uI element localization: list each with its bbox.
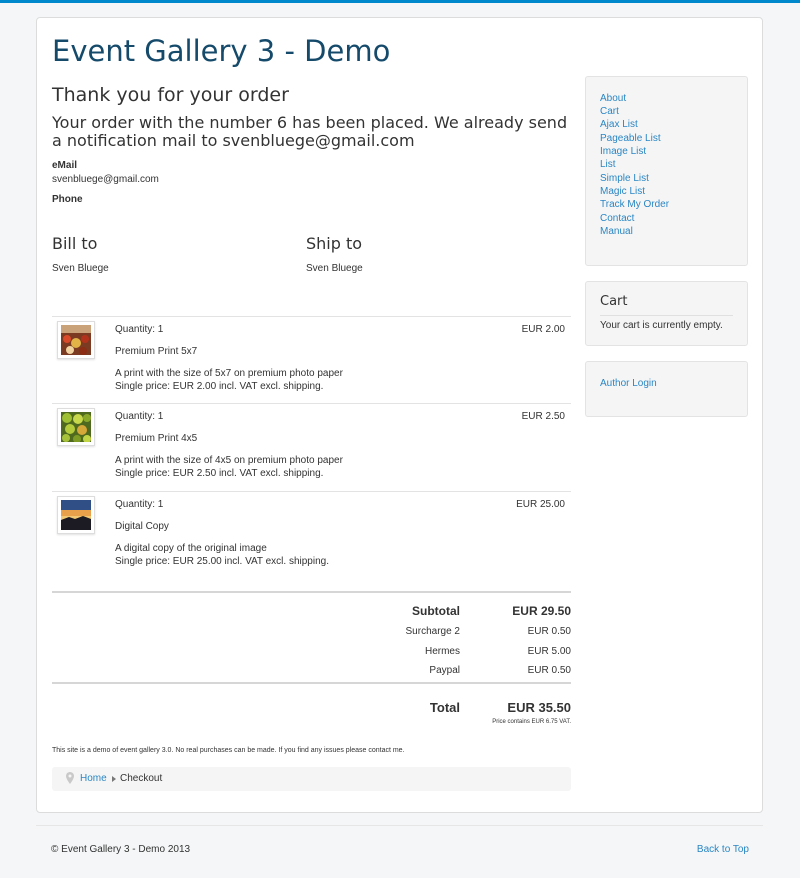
order-item: Quantity: 1 Digital Copy A digital copy …: [52, 491, 571, 579]
item-single-price: Single price: EUR 25.00 incl. VAT excl. …: [115, 556, 329, 567]
sidebar-login-box: Author Login: [585, 361, 748, 417]
email-label: eMail: [52, 160, 78, 171]
breadcrumb-separator-icon: [112, 776, 116, 782]
item-single-price: Single price: EUR 2.50 incl. VAT excl. s…: [115, 468, 324, 479]
thumbnail-image: [61, 500, 91, 530]
back-to-top-link[interactable]: Back to Top: [697, 844, 749, 855]
sidebar-item-cart[interactable]: Cart: [600, 106, 619, 117]
item-quantity: Quantity: 1: [115, 324, 164, 335]
item-description-text: A print with the size of 5x7 on premium …: [115, 368, 343, 379]
footer-divider: [36, 825, 763, 826]
item-quantity: Quantity: 1: [115, 499, 164, 510]
map-pin-icon: [66, 772, 74, 784]
item-description: A digital copy of the original image Sin…: [115, 542, 329, 568]
item-price: EUR 2.00: [521, 324, 565, 335]
order-item: Quantity: 1 Premium Print 5x7 A print wi…: [52, 316, 571, 404]
thank-you-heading: Thank you for your order: [52, 84, 289, 106]
item-price: EUR 25.00: [516, 499, 565, 510]
total-value: EUR 35.50: [507, 700, 571, 715]
sidebar-item-image-list[interactable]: Image List: [600, 146, 646, 157]
author-login-link[interactable]: Author Login: [600, 378, 657, 389]
demo-notice: This site is a demo of event gallery 3.0…: [52, 747, 405, 754]
vat-note: Price contains EUR 6.75 VAT.: [492, 719, 571, 725]
breadcrumb-current: Checkout: [120, 773, 163, 784]
item-single-price: Single price: EUR 2.00 incl. VAT excl. s…: [115, 381, 324, 392]
sidebar-item-track-my-order[interactable]: Track My Order: [600, 199, 669, 210]
thumbnail-image: [61, 412, 91, 443]
sidebar-item-about[interactable]: About: [600, 93, 626, 104]
item-description: A print with the size of 5x7 on premium …: [115, 367, 343, 393]
sidebar-item-ajax-list[interactable]: Ajax List: [600, 119, 638, 130]
sidebar-item-pageable-list[interactable]: Pageable List: [600, 133, 661, 144]
sidebar-cart-box: Cart Your cart is currently empty.: [585, 281, 748, 346]
top-accent-bar: [0, 0, 800, 3]
subtotal-label: Subtotal: [412, 604, 460, 618]
subtotal-value: EUR 29.50: [512, 604, 571, 618]
payment-method-value: EUR 0.50: [527, 665, 571, 676]
sidebar-item-contact[interactable]: Contact: [600, 213, 634, 224]
item-name: Digital Copy: [115, 521, 169, 532]
shipping-method-value: EUR 5.00: [527, 646, 571, 657]
fruit-photo-thumbnail[interactable]: [57, 408, 95, 446]
shipping-method-label: Hermes: [424, 646, 460, 657]
ship-to-name: Sven Bluege: [306, 263, 363, 274]
sunset-photo-thumbnail[interactable]: [57, 496, 95, 534]
phone-label: Phone: [52, 194, 83, 205]
sidebar-menu: About Cart Ajax List Pageable List Image…: [585, 76, 748, 266]
email-value: svenbluege@gmail.com: [52, 174, 159, 185]
item-quantity: Quantity: 1: [115, 411, 164, 422]
totals-bottom-divider: [52, 682, 571, 684]
thumbnail-image: [61, 325, 91, 355]
item-description: A print with the size of 4x5 on premium …: [115, 454, 343, 480]
surcharge-label: Surcharge 2: [405, 626, 460, 637]
footer-copyright: © Event Gallery 3 - Demo 2013: [51, 844, 191, 855]
bill-to-heading: Bill to: [52, 234, 98, 253]
item-name: Premium Print 5x7: [115, 346, 198, 357]
item-name: Premium Print 4x5: [115, 433, 198, 444]
item-price: EUR 2.50: [521, 411, 565, 422]
total-label: Total: [429, 700, 460, 715]
market-photo-thumbnail[interactable]: [57, 321, 95, 359]
sidebar-item-simple-list[interactable]: Simple List: [600, 173, 649, 184]
ship-to-heading: Ship to: [306, 234, 363, 253]
surcharge-value: EUR 0.50: [527, 626, 571, 637]
site-title[interactable]: Event Gallery 3 - Demo: [52, 34, 390, 68]
bill-to-name: Sven Bluege: [52, 263, 109, 274]
breadcrumb: Home Checkout: [52, 767, 571, 791]
payment-method-label: Paypal: [429, 665, 460, 676]
order-confirmation-message: Your order with the number 6 has been pl…: [52, 113, 568, 150]
breadcrumb-home-link[interactable]: Home: [80, 773, 107, 784]
item-description-text: A print with the size of 4x5 on premium …: [115, 455, 343, 466]
item-description-text: A digital copy of the original image: [115, 543, 267, 554]
sidebar-item-list[interactable]: List: [600, 159, 616, 170]
cart-title: Cart: [600, 294, 628, 309]
sidebar-item-magic-list[interactable]: Magic List: [600, 186, 645, 197]
order-item: Quantity: 1 Premium Print 4x5 A print wi…: [52, 403, 571, 491]
totals-top-divider: [52, 591, 571, 593]
sidebar-item-manual[interactable]: Manual: [600, 226, 633, 237]
cart-empty-message: Your cart is currently empty.: [600, 320, 723, 331]
cart-divider: [600, 315, 733, 316]
